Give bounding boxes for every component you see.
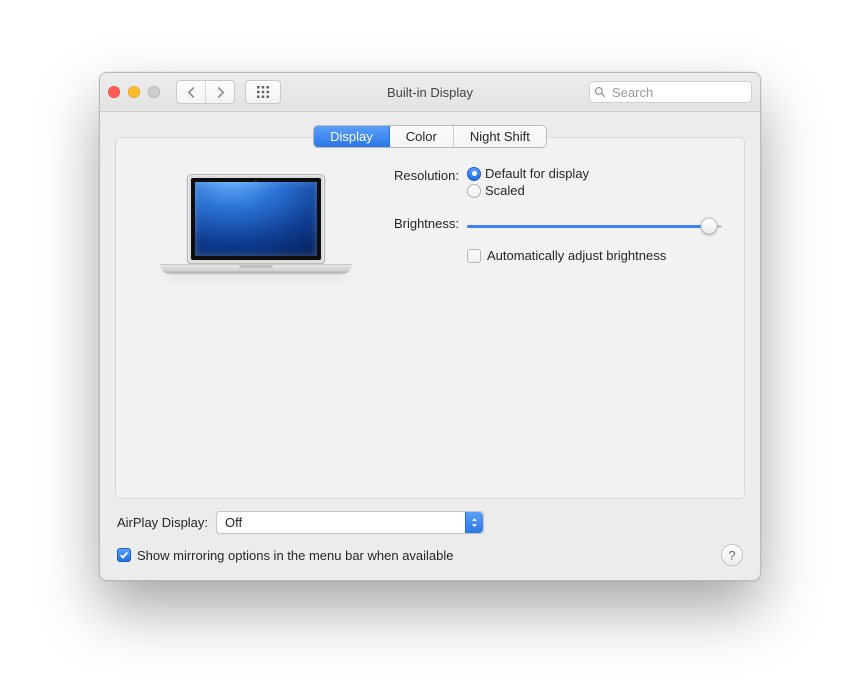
- close-icon[interactable]: [108, 86, 120, 98]
- titlebar: Built-in Display: [100, 73, 760, 112]
- tab-color[interactable]: Color: [390, 126, 454, 147]
- grid-icon: [256, 85, 270, 99]
- radio-icon: [467, 184, 481, 198]
- auto-brightness-checkbox[interactable]: Automatically adjust brightness: [467, 248, 722, 263]
- minimize-icon[interactable]: [128, 86, 140, 98]
- zoom-icon[interactable]: [148, 86, 160, 98]
- display-settings-panel: Resolution: Default for display Scaled: [115, 137, 745, 499]
- brightness-row: Brightness: Automatically adjust brightn…: [374, 214, 722, 263]
- system-preferences-window: Built-in Display Display Color Night Shi…: [99, 72, 761, 581]
- window-controls: [108, 86, 160, 98]
- resolution-scaled-radio[interactable]: Scaled: [467, 183, 722, 198]
- airplay-value: Off: [225, 515, 242, 530]
- nav-back-forward: [176, 80, 235, 104]
- brightness-label: Brightness:: [374, 214, 467, 231]
- device-illustration: [156, 174, 356, 498]
- airplay-row: AirPlay Display: Off: [117, 511, 743, 534]
- help-icon: ?: [728, 548, 735, 563]
- checkbox-label: Show mirroring options in the menu bar w…: [137, 548, 454, 563]
- footer-row: Show mirroring options in the menu bar w…: [117, 544, 743, 566]
- checkbox-label: Automatically adjust brightness: [487, 248, 666, 263]
- show-all-button[interactable]: [245, 80, 281, 104]
- radio-label: Scaled: [485, 183, 525, 198]
- search-icon: [594, 86, 606, 98]
- bottom-controls: AirPlay Display: Off Show mirroring opti…: [115, 511, 745, 566]
- slider-thumb-icon[interactable]: [701, 218, 718, 235]
- help-button[interactable]: ?: [721, 544, 743, 566]
- search-field-wrap: [589, 81, 752, 103]
- mirroring-checkbox[interactable]: Show mirroring options in the menu bar w…: [117, 548, 454, 563]
- airplay-label: AirPlay Display:: [117, 515, 208, 530]
- resolution-label: Resolution:: [374, 166, 467, 183]
- tab-bar: Display Color Night Shift: [115, 125, 745, 148]
- checkbox-icon: [117, 548, 131, 562]
- tab-night-shift[interactable]: Night Shift: [454, 126, 546, 147]
- radio-icon: [467, 167, 481, 181]
- search-input[interactable]: [589, 81, 752, 103]
- resolution-default-radio[interactable]: Default for display: [467, 166, 722, 181]
- airplay-select[interactable]: Off: [216, 511, 484, 534]
- radio-label: Default for display: [485, 166, 589, 181]
- display-settings: Resolution: Default for display Scaled: [356, 166, 744, 498]
- select-stepper-icon: [465, 512, 483, 533]
- forward-button[interactable]: [206, 81, 234, 103]
- tab-display[interactable]: Display: [314, 126, 390, 147]
- back-button[interactable]: [177, 81, 206, 103]
- checkbox-icon: [467, 249, 481, 263]
- resolution-row: Resolution: Default for display Scaled: [374, 166, 722, 200]
- brightness-slider[interactable]: [467, 218, 722, 234]
- window-body: Display Color Night Shift Resolution:: [100, 112, 760, 580]
